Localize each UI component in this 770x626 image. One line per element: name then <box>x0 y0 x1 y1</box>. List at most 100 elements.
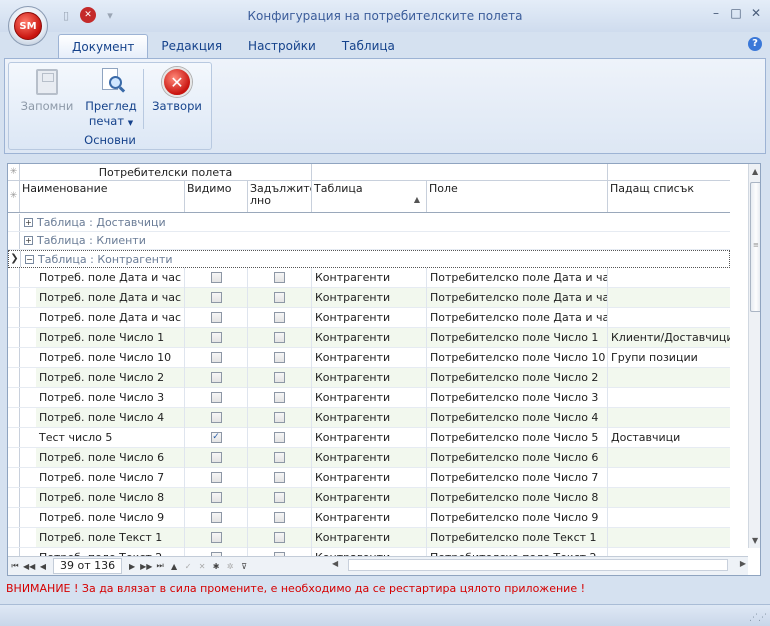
scroll-thumb[interactable]: ≡ <box>750 182 760 312</box>
table-cell[interactable]: Контрагенти <box>312 408 427 428</box>
expand-icon[interactable]: + <box>24 218 33 227</box>
table-row[interactable]: Потреб. поле Число 4 Контрагенти Потребите… <box>8 408 730 428</box>
dropdown-list-cell[interactable] <box>608 368 730 388</box>
table-row[interactable]: Потреб. поле Дата и час 1 Контрагенти Потр… <box>8 268 730 288</box>
table-cell[interactable]: Контрагенти <box>312 288 427 308</box>
checkbox[interactable] <box>274 531 285 543</box>
table-row[interactable]: Потреб. поле Число 1 Контрагенти Потребите… <box>8 328 730 348</box>
field-cell[interactable]: Потребителско поле Число 9 <box>427 508 608 528</box>
table-row[interactable]: Потреб. поле Число 7 Контрагенти Потребите… <box>8 468 730 488</box>
window-close-icon[interactable]: ✕ <box>750 6 762 20</box>
name-cell[interactable]: Потреб. поле Число 3 <box>36 388 185 408</box>
table-row[interactable]: Потреб. поле Число 3 Контрагенти Потребите… <box>8 388 730 408</box>
scroll-up-icon[interactable]: ▲ <box>752 167 758 176</box>
previous-record-icon[interactable]: ◀ <box>37 562 49 571</box>
checkbox[interactable] <box>210 351 222 363</box>
table-cell[interactable]: Контрагенти <box>312 388 427 408</box>
checkbox[interactable] <box>274 391 285 403</box>
name-cell[interactable]: Потреб. поле Дата и час 3 <box>36 308 185 328</box>
post-edit-icon[interactable]: ✓ <box>182 562 194 571</box>
group-row-contractors[interactable]: ❯ − Таблица : Контрагенти <box>8 250 730 268</box>
filter-icon[interactable]: ⊽ <box>238 562 250 571</box>
name-cell[interactable]: Потреб. поле Число 2 <box>36 368 185 388</box>
dropdown-list-cell[interactable] <box>608 468 730 488</box>
application-menu-button[interactable]: SM <box>8 6 48 46</box>
checkbox[interactable] <box>210 451 222 463</box>
field-cell[interactable]: Потребителско поле Дата и час 3 <box>427 308 608 328</box>
name-cell[interactable]: Потреб. поле Число 4 <box>36 408 185 428</box>
next-page-icon[interactable]: ▶▶ <box>140 562 152 571</box>
name-cell[interactable]: Потреб. поле Дата и час 2 <box>36 288 185 308</box>
checkbox[interactable] <box>210 531 222 543</box>
field-cell[interactable]: Потребителско поле Число 4 <box>427 408 608 428</box>
table-cell[interactable]: Контрагенти <box>312 528 427 548</box>
group-row-suppliers[interactable]: + Таблица : Доставчици <box>8 214 730 232</box>
name-cell[interactable]: Потреб. поле Число 10 <box>36 348 185 368</box>
checkbox[interactable] <box>274 271 285 283</box>
table-cell[interactable]: Контрагенти <box>312 488 427 508</box>
append-record-icon[interactable]: ✱ <box>210 562 222 571</box>
scroll-down-icon[interactable]: ▼ <box>752 536 758 545</box>
dropdown-list-cell[interactable] <box>608 528 730 548</box>
checkbox[interactable] <box>210 411 222 423</box>
checkbox[interactable] <box>210 391 222 403</box>
help-icon[interactable]: ? <box>748 37 762 51</box>
checkbox[interactable] <box>274 411 285 423</box>
delete-record-icon[interactable]: ✲ <box>224 562 236 571</box>
table-row[interactable]: Потреб. поле Число 6 Контрагенти Потребите… <box>8 448 730 468</box>
dropdown-list-cell[interactable] <box>608 488 730 508</box>
vertical-scrollbar[interactable]: ▲ ≡ ▼ <box>748 164 760 548</box>
name-cell[interactable]: Потреб. поле Текст 1 <box>36 528 185 548</box>
name-cell[interactable]: Потреб. поле Число 8 <box>36 488 185 508</box>
dropdown-list-cell[interactable] <box>608 388 730 408</box>
dropdown-list-cell[interactable] <box>608 268 730 288</box>
name-cell[interactable]: Потреб. поле Число 9 <box>36 508 185 528</box>
checkbox[interactable] <box>274 351 285 363</box>
dropdown-list-cell[interactable] <box>608 408 730 428</box>
table-cell[interactable]: Контрагенти <box>312 348 427 368</box>
checkbox[interactable] <box>210 291 222 303</box>
name-cell[interactable]: Потреб. поле Дата и час 1 <box>36 268 185 288</box>
checkbox[interactable] <box>274 491 285 503</box>
close-form-button[interactable]: ✕ Затвори <box>147 65 207 114</box>
dropdown-list-cell[interactable]: Доставчици <box>608 428 730 448</box>
table-row[interactable]: Потреб. поле Число 9 Контрагенти Потребите… <box>8 508 730 528</box>
column-header-table[interactable]: Таблица ▲ <box>312 181 427 212</box>
name-cell[interactable]: Потреб. поле Число 1 <box>36 328 185 348</box>
table-row[interactable]: Потреб. поле Текст 1 Контрагенти Потребите… <box>8 528 730 548</box>
previous-page-icon[interactable]: ◀◀ <box>23 562 35 571</box>
checkbox[interactable] <box>210 331 222 343</box>
table-cell[interactable]: Контрагенти <box>312 468 427 488</box>
dropdown-list-cell[interactable] <box>608 308 730 328</box>
horizontal-scrollbar[interactable]: ◀ ▶ <box>328 558 748 573</box>
insert-record-icon[interactable]: ▲ <box>168 562 180 571</box>
first-page-icon[interactable]: ⏮ <box>9 561 21 571</box>
table-cell[interactable]: Контрагенти <box>312 428 427 448</box>
tab-document[interactable]: Документ <box>58 34 149 58</box>
last-page-icon[interactable]: ⏭ <box>154 561 166 571</box>
column-header-dropdown-list[interactable]: Падащ списък <box>608 181 730 212</box>
checkbox[interactable] <box>210 511 222 523</box>
dropdown-list-cell[interactable] <box>608 288 730 308</box>
field-cell[interactable]: Потребителско поле Число 1 <box>427 328 608 348</box>
checkbox[interactable] <box>274 471 285 483</box>
table-cell[interactable]: Контрагенти <box>312 308 427 328</box>
scroll-left-icon[interactable]: ◀ <box>332 559 338 568</box>
field-cell[interactable]: Потребителско поле Число 3 <box>427 388 608 408</box>
table-row[interactable]: Тест число 5 ✓ Контрагенти Потребителско по… <box>8 428 730 448</box>
field-cell[interactable]: Потребителско поле Число 5 <box>427 428 608 448</box>
dropdown-list-cell[interactable]: Клиенти/Доставчици <box>608 328 730 348</box>
save-button[interactable]: Запомни <box>17 65 77 114</box>
column-header-visible[interactable]: Видимо <box>185 181 248 212</box>
column-header-field[interactable]: Поле <box>427 181 608 212</box>
table-cell[interactable]: Контрагенти <box>312 328 427 348</box>
table-row[interactable]: Потреб. поле Число 10 Контрагенти Потребит… <box>8 348 730 368</box>
scroll-right-icon[interactable]: ▶ <box>740 559 746 568</box>
field-cell[interactable]: Потребителско поле Число 7 <box>427 468 608 488</box>
group-row-clients[interactable]: + Таблица : Клиенти <box>8 232 730 250</box>
field-cell[interactable]: Потребителско поле Число 10 <box>427 348 608 368</box>
checkbox[interactable] <box>210 311 222 323</box>
dropdown-list-cell[interactable] <box>608 448 730 468</box>
field-cell[interactable]: Потребителско поле Дата и час 1 <box>427 268 608 288</box>
expand-icon[interactable]: + <box>24 236 33 245</box>
